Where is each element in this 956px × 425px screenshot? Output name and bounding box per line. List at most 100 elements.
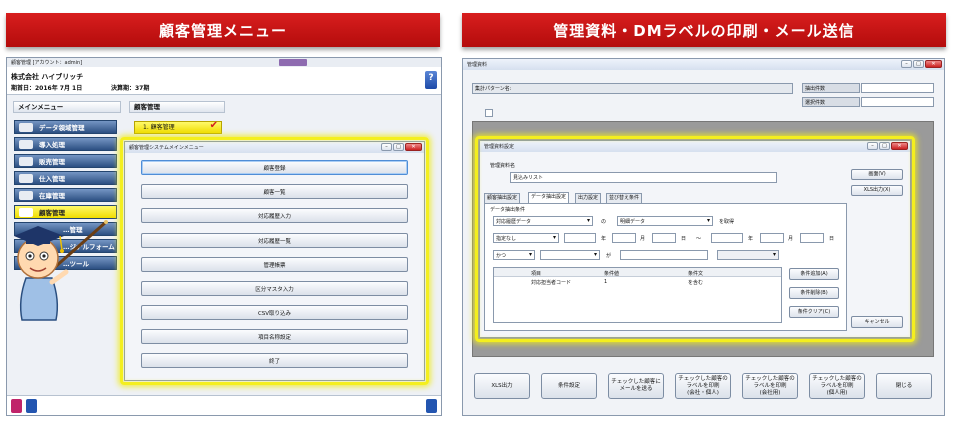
- data-source-select[interactable]: 対応履歴データ: [493, 216, 593, 226]
- col-header-operator: 条件文: [688, 271, 704, 277]
- main-menu-header: メインメニュー: [13, 101, 121, 113]
- month-from-input[interactable]: [612, 233, 636, 243]
- sidebar-item-purchase[interactable]: 仕入管理: [14, 171, 117, 185]
- and-select[interactable]: かつ: [493, 250, 535, 260]
- day-from-label: 日: [681, 236, 687, 242]
- inventory-icon: [19, 191, 33, 200]
- sales-icon: [19, 157, 33, 166]
- app-logo-badge: [279, 59, 307, 66]
- condition-value-input[interactable]: [620, 250, 708, 260]
- print-label-all-button[interactable]: チェックした顧客の ラベルを印刷 (会社・個人): [675, 373, 731, 399]
- month-from-label: 月: [640, 236, 646, 242]
- pattern-name-field[interactable]: 集計パターン名:: [472, 83, 793, 94]
- help-icon: ?: [428, 73, 434, 83]
- report-name-label: 管理資料名: [490, 163, 516, 169]
- field-select[interactable]: [540, 250, 600, 260]
- history-list-button[interactable]: 対応履歴一覧: [141, 233, 408, 248]
- minimize-button[interactable]: –: [901, 60, 912, 68]
- send-mail-button[interactable]: チェックした顧客に メールを送る: [608, 373, 664, 399]
- condition-op-select[interactable]: [717, 250, 779, 260]
- date-mode-select[interactable]: 指定なし: [493, 233, 559, 243]
- year-from-input[interactable]: [564, 233, 596, 243]
- purchase-icon: [19, 174, 33, 183]
- year-from-label: 年: [601, 236, 607, 242]
- right-banner: 管理資料・DMラベルの印刷・メール送信: [462, 13, 946, 47]
- sidebar-item-label: 在庫管理: [39, 192, 65, 200]
- category-master-button[interactable]: 区分マスタ入力: [141, 281, 408, 296]
- sidebar-item-setup[interactable]: 導入処理: [14, 137, 117, 151]
- screen-button[interactable]: 画面(V): [851, 169, 903, 180]
- minimize-button[interactable]: –: [381, 143, 392, 151]
- dialog-title: 顧客管理システムメインメニュー: [129, 145, 204, 151]
- print-label-individual-button[interactable]: チェックした顧客の ラベルを印刷 (個人用): [809, 373, 865, 399]
- cell-item: 対応担当者コード: [531, 280, 572, 286]
- select-count-label: 選択件数: [802, 97, 860, 107]
- cancel-button[interactable]: キャンセル: [851, 316, 903, 328]
- info-icon[interactable]: [426, 399, 437, 413]
- reports-button[interactable]: 管理帳票: [141, 257, 408, 272]
- close-button[interactable]: ✕: [891, 142, 908, 150]
- tab-customer-extract[interactable]: 顧客抽出設定: [484, 193, 521, 203]
- check-icon: ✔: [209, 120, 218, 131]
- settings-titlebar: 管理資料設定 – □ ✕: [480, 141, 910, 152]
- report-name-input[interactable]: 見込みリスト: [510, 172, 777, 183]
- sub-item-customer[interactable]: 1. 顧客管理 ✔: [134, 120, 222, 134]
- xls-export-button[interactable]: XLS出力: [474, 373, 530, 399]
- sidebar-item-sales[interactable]: 販売管理: [14, 154, 117, 168]
- sidebar-item-inventory[interactable]: 在庫管理: [14, 188, 117, 202]
- minimize-button[interactable]: –: [867, 142, 878, 150]
- customer-register-button[interactable]: 顧客登録: [141, 160, 408, 175]
- section-header: 顧客管理: [129, 101, 225, 113]
- select-count-value: [861, 97, 934, 107]
- close-window-button[interactable]: 閉じる: [876, 373, 932, 399]
- sidebar-item-label: 導入処理: [39, 141, 65, 149]
- month-to-input[interactable]: [760, 233, 784, 243]
- xls-output-button[interactable]: XLS出力(X): [851, 185, 903, 196]
- sidebar-item-label: データ領域管理: [39, 124, 85, 132]
- company-header: 株式会社 ハイブリッチ 期首日：2016年 7月 1日 決算期：37期 ?: [7, 67, 441, 95]
- settings-title: 管理資料設定: [484, 144, 515, 150]
- field-name-settings-button[interactable]: 項目名称設定: [141, 329, 408, 344]
- app-titlebar: 顧客管理 [アカウント：admin]: [7, 58, 441, 67]
- customer-list-button[interactable]: 顧客一覧: [141, 184, 408, 199]
- condition-settings-button[interactable]: 条件設定: [541, 373, 597, 399]
- table-row[interactable]: 対応担当者コード 1 を含む: [494, 278, 781, 287]
- maximize-button[interactable]: □: [393, 143, 404, 151]
- close-button[interactable]: ✕: [925, 60, 942, 68]
- sidebar-item-label: 販売管理: [39, 158, 65, 166]
- csv-import-button[interactable]: CSV取り込み: [141, 305, 408, 320]
- condition-table: 項目 条件値 条件文 対応担当者コード 1 を含む: [493, 267, 782, 323]
- sidebar-item-data-area[interactable]: データ領域管理: [14, 120, 117, 134]
- clear-condition-button[interactable]: 条件クリア(C): [789, 306, 839, 318]
- history-input-button[interactable]: 対応履歴入力: [141, 208, 408, 223]
- app-title: 顧客管理 [アカウント：admin]: [11, 60, 83, 66]
- fiscal-period: 決算期：37期: [111, 85, 150, 92]
- tab-data-extract[interactable]: データ抽出設定: [528, 192, 570, 203]
- tab-sort[interactable]: 並び替え条件: [606, 193, 643, 203]
- print-label-company-button[interactable]: チェックした顧客の ラベルを印刷 (会社用): [742, 373, 798, 399]
- exit-button[interactable]: 終了: [141, 353, 408, 368]
- left-banner: 顧客管理メニュー: [6, 13, 440, 47]
- cell-operator: を含む: [688, 280, 704, 286]
- delete-condition-button[interactable]: 条件削除(B): [789, 287, 839, 299]
- reports-title: 管理資料: [467, 62, 488, 68]
- help-button[interactable]: ?: [425, 71, 437, 89]
- maximize-button[interactable]: □: [879, 142, 890, 150]
- day-from-input[interactable]: [652, 233, 676, 243]
- month-to-label: 月: [788, 236, 794, 242]
- day-to-input[interactable]: [800, 233, 824, 243]
- add-condition-button[interactable]: 条件追加(A): [789, 268, 839, 280]
- year-to-input[interactable]: [711, 233, 743, 243]
- day-to-label: 日: [829, 236, 835, 242]
- tab-output[interactable]: 出力設定: [575, 193, 602, 203]
- tools-icon[interactable]: [26, 399, 37, 413]
- ga-label: が: [606, 253, 612, 259]
- pattern-name-label: 集計パターン名:: [475, 86, 512, 92]
- close-button[interactable]: ✕: [405, 143, 422, 151]
- maximize-button[interactable]: □: [913, 60, 924, 68]
- reports-titlebar: 管理資料 – □ ✕: [463, 59, 944, 70]
- detail-select[interactable]: 明細データ: [617, 216, 713, 226]
- checkbox[interactable]: [485, 109, 493, 117]
- status-bar: [7, 395, 441, 415]
- exit-icon[interactable]: [11, 399, 22, 413]
